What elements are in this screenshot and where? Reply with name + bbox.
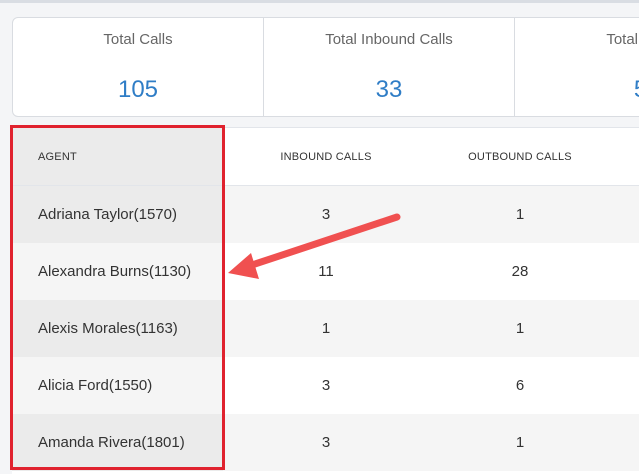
- outbound-calls-cell: 6: [515, 377, 525, 394]
- stat-card-total-outbound-calls: Total Outb 5: [515, 18, 639, 116]
- inbound-calls-cell: 11: [318, 263, 334, 280]
- agent-name-cell: Alexandra Burns(1130): [12, 243, 223, 300]
- stat-card-total-inbound-calls: Total Inbound Calls 33: [264, 18, 515, 116]
- agent-calls-table: AGENT INBOUND CALLS OUTBOUND CALLS Adria…: [12, 127, 639, 474]
- column-header-outbound-calls[interactable]: OUTBOUND CALLS: [429, 151, 611, 163]
- table-row[interactable]: Alexis Morales(1163) 1 1: [12, 300, 639, 357]
- top-divider: [0, 0, 639, 3]
- stat-value: 105: [117, 76, 159, 103]
- stat-label: Total Calls: [103, 31, 173, 48]
- stat-card-total-calls: Total Calls 105: [13, 18, 264, 116]
- table-row[interactable]: Amanda Rivera(1801) 3 1: [12, 414, 639, 471]
- agent-name-cell: Alexis Morales(1163): [12, 300, 223, 357]
- stats-bar: Total Calls 105 Total Inbound Calls 33 T…: [12, 17, 639, 117]
- table-row[interactable]: Alicia Ford(1550) 3 6: [12, 357, 639, 414]
- outbound-calls-cell: 1: [515, 206, 525, 223]
- inbound-calls-cell: 1: [321, 320, 331, 337]
- inbound-calls-cell: 3: [321, 434, 331, 451]
- outbound-calls-cell: 1: [515, 434, 525, 451]
- stat-label: Total Inbound Calls: [325, 31, 453, 48]
- table-row[interactable]: Alexandra Burns(1130) 11 28: [12, 243, 639, 300]
- inbound-calls-cell: 3: [321, 206, 331, 223]
- column-header-agent[interactable]: AGENT: [12, 128, 223, 185]
- inbound-calls-cell: 3: [321, 377, 331, 394]
- table-header: AGENT INBOUND CALLS OUTBOUND CALLS: [12, 128, 639, 186]
- outbound-calls-cell: 28: [511, 263, 529, 280]
- stat-value: 33: [375, 76, 403, 103]
- agent-name-cell: Amanda Rivera(1801): [12, 414, 223, 471]
- agent-name-cell: Alicia Ford(1550): [12, 357, 223, 414]
- column-header-inbound-calls[interactable]: INBOUND CALLS: [223, 151, 429, 163]
- stat-value: 5: [515, 76, 639, 104]
- outbound-calls-cell: 1: [515, 320, 525, 337]
- table-row[interactable]: Adriana Taylor(1570) 3 1: [12, 186, 639, 243]
- stat-label: Total Outb: [606, 31, 639, 48]
- agent-name-cell: Adriana Taylor(1570): [12, 186, 223, 243]
